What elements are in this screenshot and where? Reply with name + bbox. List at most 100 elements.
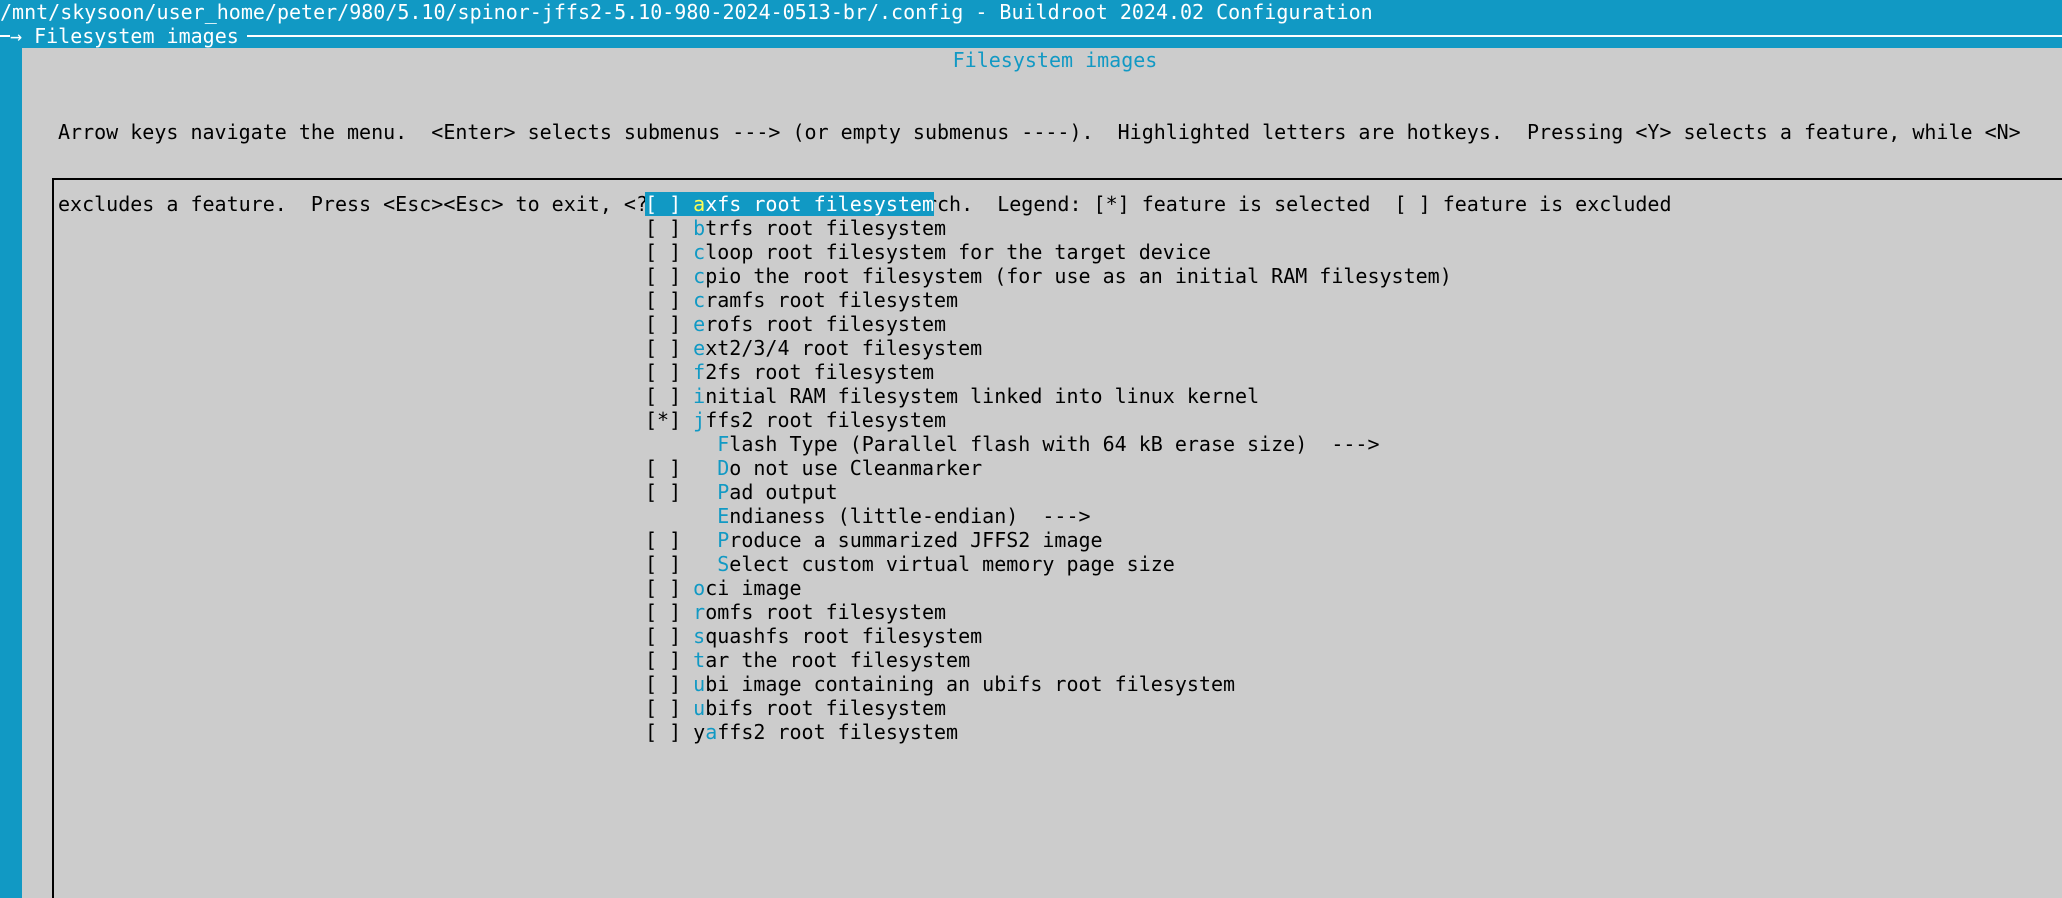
- menu-item[interactable]: Endianess (little-endian) --->: [645, 504, 1452, 528]
- menu-item-checkbox: [ ]: [645, 288, 694, 312]
- menu-item-text: [ ] ubi image containing an ubifs root f…: [645, 672, 1235, 696]
- menu-item-checkbox: [ ]: [645, 384, 694, 408]
- terminal-screen: /mnt/skysoon/user_home/peter/980/5.10/sp…: [0, 0, 2062, 898]
- menu-item-hotkey: a: [705, 720, 718, 744]
- menu-item-hotkey: o: [693, 576, 706, 600]
- menu-item-checkbox: [ ]: [645, 528, 718, 552]
- menu-item-checkbox: [ ]: [645, 216, 694, 240]
- menu-item-text: [ ] erofs root filesystem: [645, 312, 946, 336]
- menu-item-checkbox: [ ]: [645, 552, 718, 576]
- menu-item[interactable]: [ ] ubifs root filesystem: [645, 696, 1452, 720]
- menu-item-label: bi image containing an ubifs root filesy…: [705, 672, 1236, 696]
- menu-item-text: [ ] btrfs root filesystem: [645, 216, 946, 240]
- menu-item-text: [ ] Select custom virtual memory page si…: [645, 552, 1175, 576]
- menu-item-checkbox: [ ]: [645, 576, 694, 600]
- menu-item-hotkey: S: [717, 552, 730, 576]
- menu-item[interactable]: [ ] Do not use Cleanmarker: [645, 456, 1452, 480]
- breadcrumb-text: → Filesystem images: [10, 24, 247, 48]
- menu-item-checkbox: [ ]: [645, 672, 694, 696]
- menu-item-checkbox: [ ]: [645, 648, 694, 672]
- menu-item-text: [ ] tar the root filesystem: [645, 648, 970, 672]
- menu-item-text: [ ] axfs root filesystem: [645, 192, 934, 216]
- menu-item-hotkey: u: [693, 672, 706, 696]
- menu-item-hotkey: D: [717, 456, 730, 480]
- menu-item-text: Endianess (little-endian) --->: [645, 504, 1090, 528]
- menu-item-text: [ ] oci image: [645, 576, 802, 600]
- menu-item-label: ar the root filesystem: [705, 648, 971, 672]
- dialog-title: Filesystem images: [952, 48, 1158, 72]
- menu-item-label: lash Type (Parallel flash with 64 kB era…: [729, 432, 1380, 456]
- menu-item[interactable]: [ ] cramfs root filesystem: [645, 288, 1452, 312]
- menu-item-checkbox: [ ]: [645, 264, 694, 288]
- menu-item-text: [ ] initial RAM filesystem linked into l…: [645, 384, 1259, 408]
- menu-item-hotkey: c: [693, 240, 706, 264]
- menu-item-checkbox: [ ]: [645, 240, 694, 264]
- menu-item[interactable]: [ ] Pad output: [645, 480, 1452, 504]
- menu-item-checkbox: [*]: [645, 408, 694, 432]
- menu-list: [ ] axfs root filesystem[ ] btrfs root f…: [645, 192, 1452, 744]
- menu-item-text: [ ] cloop root filesystem for the target…: [645, 240, 1211, 264]
- menu-item-label: nitial RAM filesystem linked into linux …: [705, 384, 1260, 408]
- menu-item-text: [ ] cpio the root filesystem (for use as…: [645, 264, 1452, 288]
- menu-item[interactable]: [ ] squashfs root filesystem: [645, 624, 1452, 648]
- help-line-1: Arrow keys navigate the menu. <Enter> se…: [58, 120, 2021, 144]
- menu-item-checkbox: [ ]: [645, 624, 694, 648]
- menu-item-label: roduce a summarized JFFS2 image: [729, 528, 1103, 552]
- menu-item[interactable]: [ ] Produce a summarized JFFS2 image: [645, 528, 1452, 552]
- menu-item-label: bifs root filesystem: [705, 696, 947, 720]
- menu-item-checkbox: [645, 504, 717, 528]
- menu-item[interactable]: [ ] axfs root filesystem: [645, 192, 1452, 216]
- menu-item[interactable]: [ ] oci image: [645, 576, 1452, 600]
- menu-item-hotkey: j: [693, 408, 706, 432]
- menu-item[interactable]: [ ] yaffs2 root filesystem: [645, 720, 1452, 744]
- menu-item-hotkey: e: [693, 336, 706, 360]
- menu-item-hotkey: P: [717, 480, 730, 504]
- menu-item-checkbox: [ ]: [645, 336, 694, 360]
- menu-item[interactable]: [*] jffs2 root filesystem: [645, 408, 1452, 432]
- breadcrumb-divider: [0, 35, 2062, 37]
- menu-item[interactable]: [ ] f2fs root filesystem: [645, 360, 1452, 384]
- menu-item-checkbox: [ ]: [645, 480, 718, 504]
- menu-item-hotkey: u: [693, 696, 706, 720]
- menu-item[interactable]: [ ] cpio the root filesystem (for use as…: [645, 264, 1452, 288]
- menu-item-hotkey: c: [693, 264, 706, 288]
- menu-item-label: xfs root filesystem: [705, 192, 934, 216]
- menu-item[interactable]: [ ] tar the root filesystem: [645, 648, 1452, 672]
- menu-item[interactable]: [ ] ubi image containing an ubifs root f…: [645, 672, 1452, 696]
- menu-item-checkbox: [645, 432, 717, 456]
- menu-item-label: trfs root filesystem: [705, 216, 947, 240]
- menu-item-text: [ ] ubifs root filesystem: [645, 696, 946, 720]
- menu-item-hotkey: r: [693, 600, 706, 624]
- menu-item-label: ffs2 root filesystem: [717, 720, 959, 744]
- menu-item-text: [ ] Produce a summarized JFFS2 image: [645, 528, 1103, 552]
- menu-item[interactable]: [ ] Select custom virtual memory page si…: [645, 552, 1452, 576]
- menu-item-text: [ ] ext2/3/4 root filesystem: [645, 336, 982, 360]
- menu-item-text: [ ] cramfs root filesystem: [645, 288, 958, 312]
- menu-item-checkbox: [ ]: [645, 312, 694, 336]
- menu-item[interactable]: [ ] initial RAM filesystem linked into l…: [645, 384, 1452, 408]
- menu-item[interactable]: [ ] romfs root filesystem: [645, 600, 1452, 624]
- menu-item-text: [*] jffs2 root filesystem: [645, 408, 946, 432]
- menu-item-hotkey: F: [717, 432, 730, 456]
- menu-item-label: loop root filesystem for the target devi…: [705, 240, 1211, 264]
- menu-item-label: ad output: [729, 480, 838, 504]
- menu-item-label: o not use Cleanmarker: [729, 456, 983, 480]
- menu-item-text: [ ] romfs root filesystem: [645, 600, 946, 624]
- menu-item-label: omfs root filesystem: [705, 600, 947, 624]
- menu-item[interactable]: Flash Type (Parallel flash with 64 kB er…: [645, 432, 1452, 456]
- menu-item-hotkey: t: [693, 648, 706, 672]
- menu-item[interactable]: [ ] btrfs root filesystem: [645, 216, 1452, 240]
- menu-item[interactable]: [ ] cloop root filesystem for the target…: [645, 240, 1452, 264]
- menu-item-checkbox: [ ]: [645, 600, 694, 624]
- menu-item-checkbox: [ ]: [645, 192, 694, 216]
- menu-item-label: elect custom virtual memory page size: [729, 552, 1175, 576]
- menu-item-label: xt2/3/4 root filesystem: [705, 336, 983, 360]
- menu-item-label: quashfs root filesystem: [705, 624, 983, 648]
- menu-item[interactable]: [ ] erofs root filesystem: [645, 312, 1452, 336]
- menu-item-text: [ ] Do not use Cleanmarker: [645, 456, 982, 480]
- menu-item-label: ci image: [705, 576, 802, 600]
- menu-item-hotkey: f: [693, 360, 706, 384]
- menu-item[interactable]: [ ] ext2/3/4 root filesystem: [645, 336, 1452, 360]
- menu-item-hotkey: c: [693, 288, 706, 312]
- menu-item-label: ramfs root filesystem: [705, 288, 959, 312]
